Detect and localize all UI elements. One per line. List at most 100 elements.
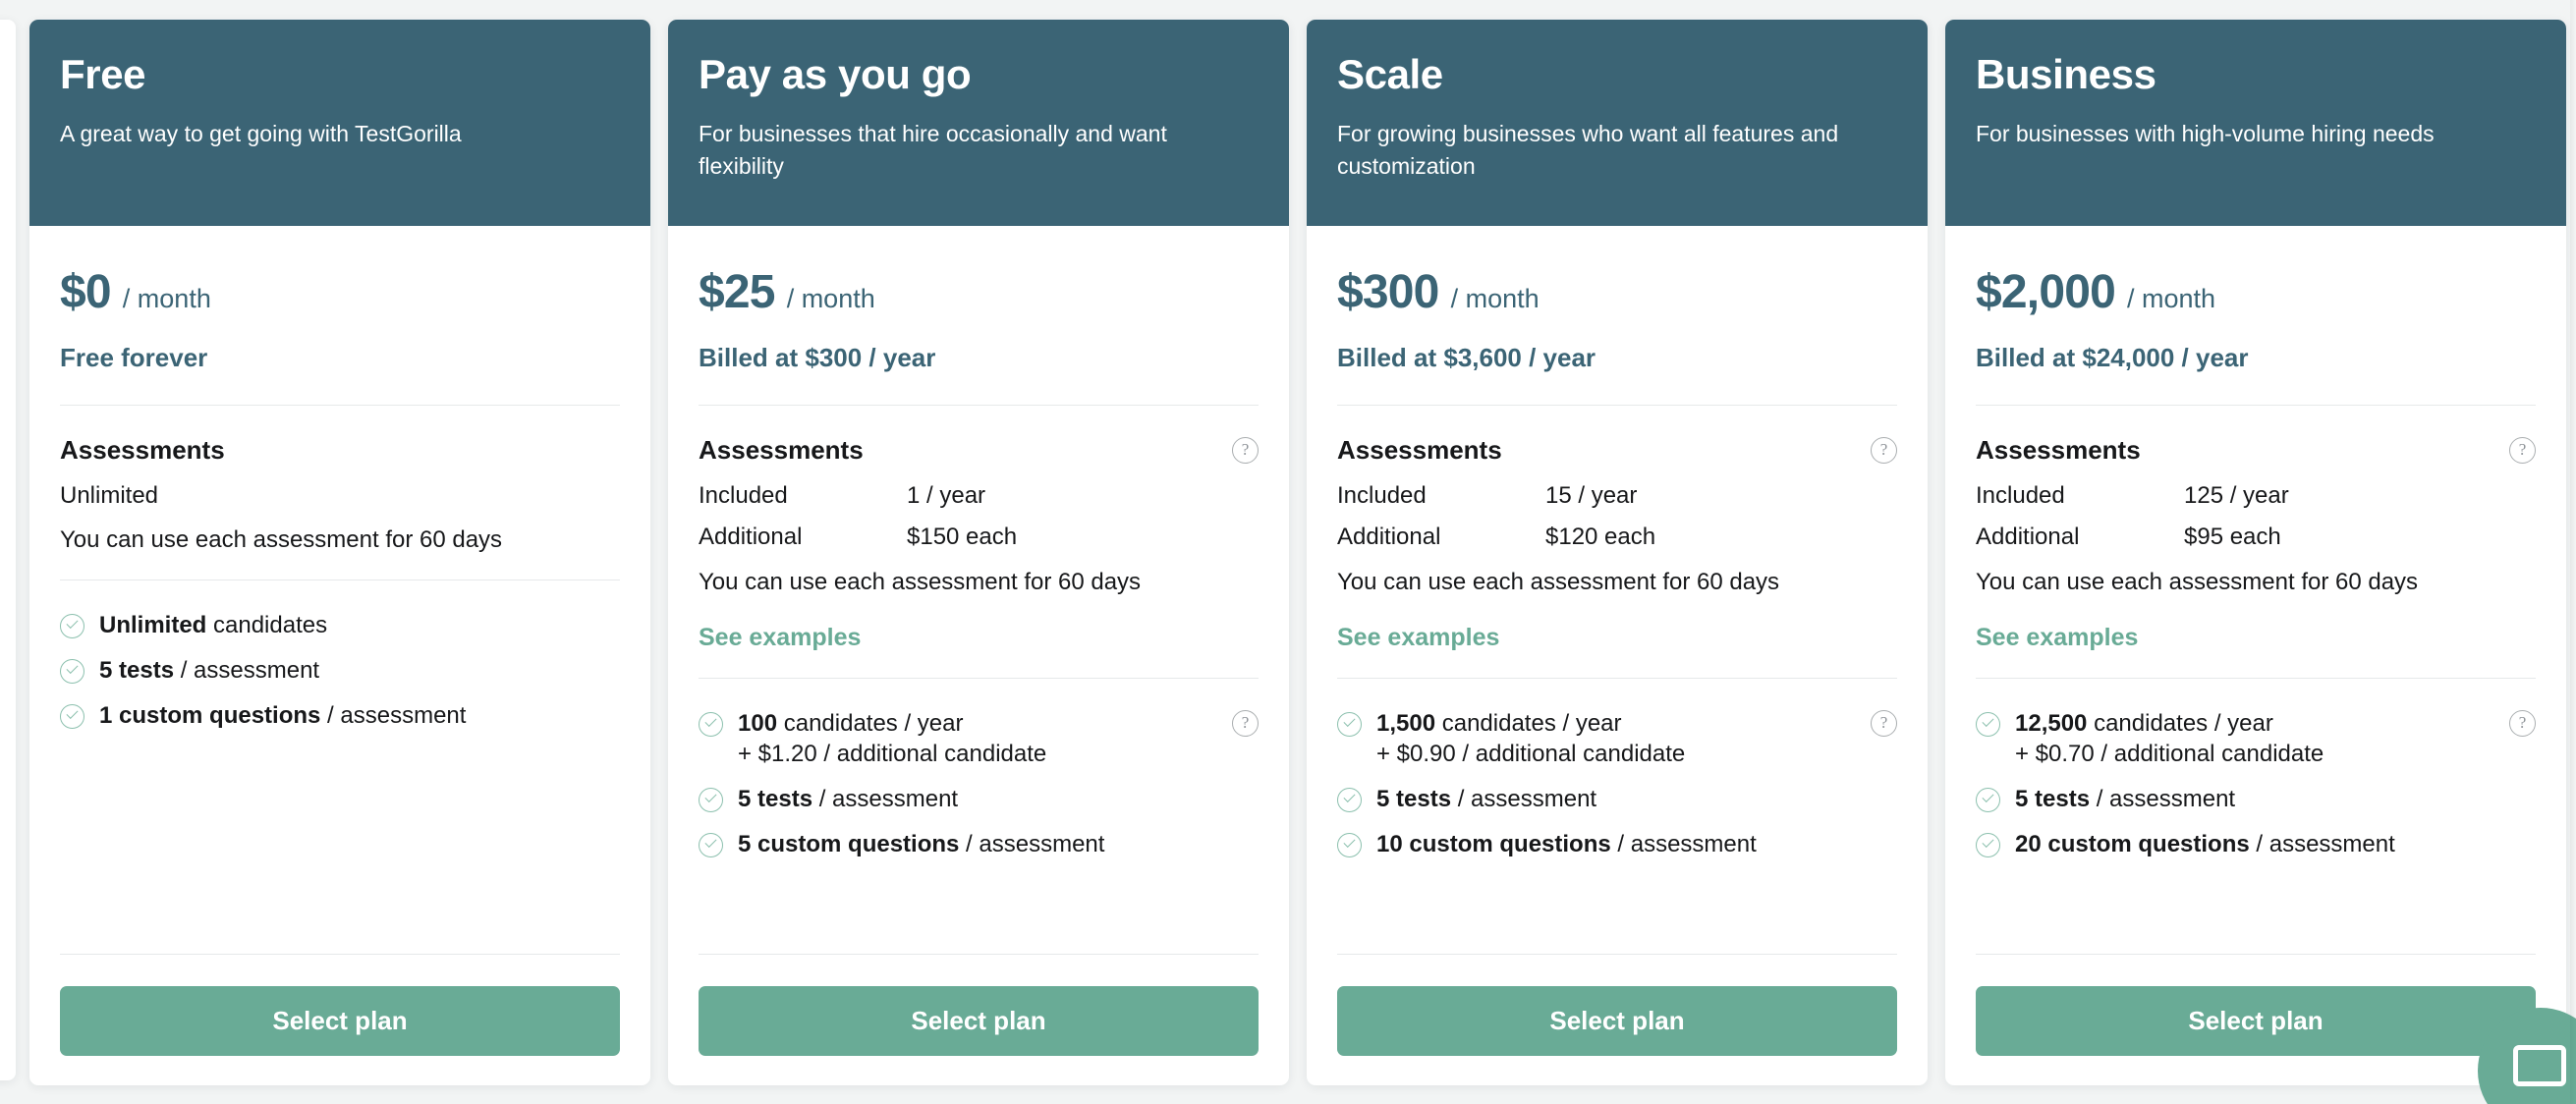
assessments-section: Assessments? Included 1 / year Additional $1… [699,406,1259,652]
feature-item: 1 custom questions / assessment [60,700,620,732]
plan-card-footer: Select plan [1337,954,1897,1056]
feature-unit: candidates [206,612,328,639]
plan-card-body: $2,000 / month Billed at $24,000 / year Ass… [1945,226,2566,1085]
assessments-help-icon[interactable]: ? [1232,437,1259,464]
price-period: / month [1450,284,1540,313]
plan-name: Scale [1337,51,1443,97]
feature-text: 20 custom questions / assessment [2015,829,2395,860]
feature-unit: / assessment [1610,830,1757,857]
check-circle-icon [1337,832,1362,857]
select-plan-button[interactable]: Select plan [1976,986,2536,1056]
assessments-included-row: Included 1 / year [699,481,1259,510]
feature-text: 1,500 candidates / year + $0.90 / additio… [1376,708,1685,770]
check-circle-icon [1976,832,2000,857]
select-plan-button[interactable]: Select plan [699,986,1259,1056]
feature-value: Unlimited [99,612,207,639]
plan-tagline: For businesses with high-volume hiring n… [1976,121,2435,147]
see-examples-link[interactable]: See examples [1337,624,1499,652]
assessments-additional-row: Additional $120 each [1337,523,1897,551]
price-amount: $0 [60,266,112,318]
feature-item: 5 tests / assessment [60,655,620,687]
feature-item: 100 candidates / year + $1.20 / additiona… [699,708,1259,770]
feature-unit: / assessment [2249,830,2395,857]
pricing-page: Free A great way to get going with TestGo… [0,0,2576,1104]
feature-unit: / assessment [2090,785,2236,812]
check-circle-icon [699,787,723,812]
feature-value: 1 custom questions [99,701,321,729]
assessments-additional-row-value: $120 each [1545,524,1656,551]
assessments-section: Assessments? Included 125 / year Additional… [1976,406,2536,652]
feature-value: 20 custom questions [2015,830,2250,857]
check-circle-icon [1337,711,1362,737]
assessments-included-row-label: Included [1976,482,2065,509]
feature-item: Unlimited candidates [60,610,620,641]
select-plan-button[interactable]: Select plan [60,986,620,1056]
partial-plan-card-left [0,20,16,1080]
feature-unit: / assessment [812,785,959,812]
price-amount: $25 [699,266,775,318]
price-block: $2,000 / month Billed at $24,000 / year [1976,226,2536,406]
price-row: $25 / month [699,265,1259,319]
assessments-included-row-value: 1 / year [907,482,986,509]
assessments-rows: Included 1 / year Additional $150 each [699,481,1259,552]
assessments-unlimited-value: Unlimited [60,482,159,509]
feature-help-icon[interactable]: ? [1871,709,1897,737]
assessments-help-icon[interactable]: ? [1871,437,1897,464]
check-circle-icon [60,614,84,639]
feature-help-icon[interactable]: ? [1232,709,1259,737]
feature-unit: / assessment [174,656,320,684]
billing-note: Billed at $300 / year [699,343,936,372]
feature-subtext: + $1.20 / additional candidate [738,741,1047,768]
assessments-heading: Assessments [1976,435,2141,465]
feature-value: 10 custom questions [1376,830,1611,857]
feature-value: 12,500 [2015,709,2088,737]
feature-item: 12,500 candidates / year + $0.70 / additi… [1976,708,2536,770]
assessments-heading: Assessments [1337,435,1502,465]
assessments-header: Assessments? [1337,435,1897,466]
billing-note: Free forever [60,343,208,372]
plan-tagline: A great way to get going with TestGorill… [60,121,462,147]
assessments-additional-row-value: $95 each [2184,524,2281,551]
assessments-header: Assessments? [1976,435,2536,466]
assessments-rows: Included 15 / year Additional $120 each [1337,481,1897,552]
check-circle-icon [60,703,84,729]
plan-card-header: Business For businesses with high-volume … [1945,20,2566,226]
assessment-validity-note: You can use each assessment for 60 days [60,526,503,554]
assessments-additional-row: Additional $150 each [699,523,1259,551]
assessments-included-row-value: 15 / year [1545,482,1638,509]
see-examples-link[interactable]: See examples [699,624,861,652]
billing-note: Billed at $3,600 / year [1337,343,1596,372]
plan-tagline: For businesses that hire occasionally an… [699,121,1167,179]
feature-item: 5 tests / assessment [1976,784,2536,815]
check-circle-icon [699,832,723,857]
feature-value: 1,500 [1376,709,1436,737]
assessments-included-row-label: Included [699,482,788,509]
assessments-rows: Included 125 / year Additional $95 each [1976,481,2536,552]
plan-card: Scale For growing businesses who want all… [1307,20,1928,1085]
check-circle-icon [60,658,84,684]
assessments-help-icon[interactable]: ? [2509,437,2536,464]
plan-card: Business For businesses with high-volume … [1945,20,2566,1085]
feature-list: Unlimited candidates 5 tests / assessment… [60,580,620,934]
see-examples-link[interactable]: See examples [1976,624,2138,652]
assessments-heading: Assessments [60,435,225,465]
plan-card-header: Pay as you go For businesses that hire oc… [668,20,1289,226]
check-circle-icon [1976,711,2000,737]
plan-name: Business [1976,51,2156,97]
page-scrollbar[interactable] [2570,0,2576,1104]
feature-item: 10 custom questions / assessment [1337,829,1897,860]
plan-card-body: $0 / month Free forever Assessments Unlimite… [29,226,650,1085]
feature-help-icon[interactable]: ? [2509,709,2536,737]
feature-text: 5 custom questions / assessment [738,829,1104,860]
assessment-validity-note: You can use each assessment for 60 days [699,568,1142,595]
price-amount: $300 [1337,266,1439,318]
price-row: $0 / month [60,265,620,319]
feature-text: 5 tests / assessment [1376,784,1596,815]
feature-item: 5 custom questions / assessment [699,829,1259,860]
feature-unit: candidates / year [2087,709,2273,737]
feature-value: 5 tests [738,785,813,812]
feature-subtext: + $0.70 / additional candidate [2015,741,2324,768]
assessments-section: Assessments Unlimited You can use each ass… [60,406,620,554]
plan-card: Pay as you go For businesses that hire oc… [668,20,1289,1085]
select-plan-button[interactable]: Select plan [1337,986,1897,1056]
